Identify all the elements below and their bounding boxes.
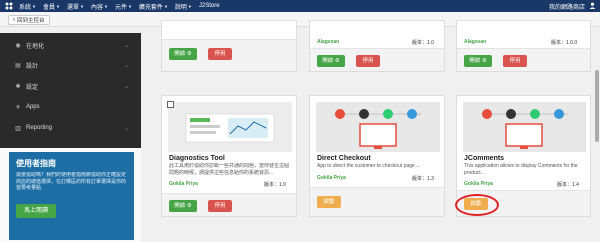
sidebar-item-apps[interactable]: ✈ Apps xyxy=(0,99,141,115)
admin-topbar: 系統 ▼ 會員 ▼ 選單 ▼ 內容 ▼ 元件 ▼ 擴充套件 ▼ 說明 ▼ J2Store 我的… xyxy=(0,0,600,12)
sidebar-nav: ◉ 在地化 ⌄ ▤ 設計 ⌄ ✱ 設定 ⌄ ✈ Apps ▥ Reporting… xyxy=(0,33,141,148)
card-description: This application allows to display Comme… xyxy=(464,163,578,176)
site-name-link[interactable]: 我的網路商店 xyxy=(549,2,585,11)
menu-help[interactable]: 說明 ▼ xyxy=(175,2,192,11)
caret-down-icon: ▼ xyxy=(103,3,108,9)
caret-down-icon: ▼ xyxy=(79,3,84,9)
chevron-down-icon: ⌄ xyxy=(123,83,129,90)
apps-icon: ✈ xyxy=(15,104,21,111)
card-author: Gokila Priya xyxy=(169,181,198,187)
enable-button[interactable]: 啟動 xyxy=(317,196,341,208)
app-card: Alagesan 版本：1.0 開啟 ⚙ 停用 xyxy=(309,20,445,72)
menu-j2store[interactable]: J2Store xyxy=(199,3,220,9)
card-title: Direct Checkout xyxy=(317,155,371,162)
settings-icon: ✱ xyxy=(15,83,21,90)
app-thumbnail xyxy=(316,102,440,152)
menu-users[interactable]: 會員 ▼ xyxy=(43,2,60,11)
app-thumbnail xyxy=(168,102,292,152)
card-title: Diagnostics Tool xyxy=(169,155,225,162)
sidebar: ◉ 在地化 ⌄ ▤ 設計 ⌄ ✱ 設定 ⌄ ✈ Apps ▥ Reporting… xyxy=(0,33,141,242)
menu-components[interactable]: 元件 ▼ xyxy=(115,2,132,11)
user-guide-panel: 使用者指南 需要協助嗎？我們的使用者指南將協助你正確設定商店的總值選擇，在訂購區… xyxy=(9,152,134,240)
card-description: 此工具用於協助你診斷一些共通的問題，當你發生這個問題的時候，請提供這些信息給你的… xyxy=(169,163,290,176)
card-title: JComments xyxy=(464,155,505,162)
sidebar-item-localisation[interactable]: ◉ 在地化 ⌄ xyxy=(0,37,141,53)
menu-system[interactable]: 系統 ▼ xyxy=(19,2,36,11)
card-footer: 開啟 ⚙ 停用 xyxy=(310,48,444,71)
caret-down-icon: ▼ xyxy=(163,3,168,9)
card-author: Gokila Priya xyxy=(464,181,493,187)
open-button[interactable]: 開啟 ⚙ xyxy=(317,55,345,67)
sidebar-item-reporting[interactable]: ▥ Reporting ⌄ xyxy=(0,120,141,136)
chevron-down-icon: ⌄ xyxy=(123,42,129,49)
reporting-icon: ▥ xyxy=(15,125,21,132)
open-button[interactable]: 開啟 ⚙ xyxy=(169,200,197,212)
joomla-logo-icon[interactable] xyxy=(4,2,13,11)
sidebar-item-settings[interactable]: ✱ 設定 ⌄ xyxy=(0,78,141,94)
card-author: Alagesan xyxy=(317,39,340,45)
caret-down-icon: ▼ xyxy=(56,3,60,9)
caret-down-icon: ▼ xyxy=(127,3,132,9)
open-button[interactable]: 開啟 ⚙ xyxy=(464,55,492,67)
caret-down-icon: ▼ xyxy=(32,3,36,9)
read-now-button[interactable]: 馬上閱讀 xyxy=(16,204,56,218)
comments-illustration-icon xyxy=(463,102,586,152)
app-card-direct-checkout: Direct Checkout App to direct the custom… xyxy=(309,95,445,217)
select-checkbox[interactable] xyxy=(167,101,174,108)
scrollbar-thumb[interactable] xyxy=(595,70,599,142)
disable-button[interactable]: 停用 xyxy=(208,200,232,212)
arrow-left-icon: ‹ xyxy=(13,17,15,23)
card-author: Gokila Priya xyxy=(317,175,346,181)
design-icon: ▤ xyxy=(15,62,21,69)
user-icon[interactable] xyxy=(589,2,596,11)
back-to-dashboard-button[interactable]: ‹ 回到主控台 xyxy=(8,15,50,25)
card-version: 版本：1.0.0 xyxy=(551,40,578,46)
app-card: Alagesan 版本：1.0.0 開啟 ⚙ 停用 xyxy=(456,20,591,72)
globe-icon: ◉ xyxy=(15,42,21,49)
chevron-down-icon: ⌄ xyxy=(123,62,129,69)
diagnostics-illustration-icon xyxy=(168,102,292,152)
card-description: App to direct the customer to checkout p… xyxy=(317,163,421,169)
disable-button[interactable]: 停用 xyxy=(356,55,380,67)
card-footer: 開啟 ⚙ 停用 xyxy=(457,48,590,71)
card-author: Alagesan xyxy=(464,39,487,45)
open-button[interactable]: 開啟 ⚙ xyxy=(169,48,197,60)
menu-extensions[interactable]: 擴充套件 ▼ xyxy=(139,2,168,11)
app-card-diagnostics: Diagnostics Tool 此工具用於協助你診斷一些共通的問題，當你發生這… xyxy=(161,95,297,217)
card-version: 版本：1.0 xyxy=(264,182,286,188)
card-version: 版本：1.4 xyxy=(557,182,579,188)
menu-content[interactable]: 內容 ▼ xyxy=(91,2,108,11)
sidebar-item-design[interactable]: ▤ 設計 ⌄ xyxy=(0,57,141,73)
highlight-annotation xyxy=(455,194,499,216)
chevron-down-icon: ⌄ xyxy=(123,125,129,132)
checkout-illustration-icon xyxy=(316,102,440,152)
user-guide-text: 需要協助嗎？我們的使用者指南將協助你正確設定商店的總值選擇，在訂購區的所有訂單選… xyxy=(16,172,127,191)
card-version: 版本：1.3 xyxy=(412,176,434,182)
card-footer: 啟動 xyxy=(310,187,444,216)
disable-button[interactable]: 停用 xyxy=(208,48,232,60)
card-footer: 開啟 ⚙ 停用 xyxy=(162,39,296,71)
disable-button[interactable]: 停用 xyxy=(503,55,527,67)
caret-down-icon: ▼ xyxy=(187,3,192,9)
app-card: 開啟 ⚙ 停用 xyxy=(161,20,297,72)
menu-menus[interactable]: 選單 ▼ xyxy=(67,2,84,11)
user-guide-title: 使用者指南 xyxy=(16,159,56,168)
card-footer: 開啟 ⚙ 停用 xyxy=(162,193,296,216)
app-thumbnail xyxy=(463,102,586,152)
card-version: 版本：1.0 xyxy=(412,40,434,46)
